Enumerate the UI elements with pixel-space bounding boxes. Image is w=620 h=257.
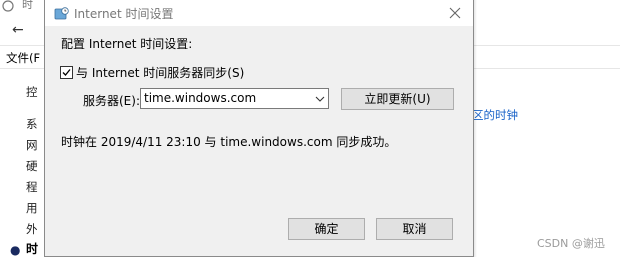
app-icon bbox=[2, 0, 16, 15]
sidebar-item[interactable]: 程 bbox=[26, 179, 38, 195]
dialog-title: Internet 时间设置 bbox=[74, 7, 174, 21]
sidebar-item-bold[interactable]: 时 bbox=[26, 240, 38, 257]
section-heading: 配置 Internet 时间设置: bbox=[61, 37, 193, 51]
sidebar-item[interactable]: 控 bbox=[26, 84, 38, 100]
watermark: CSDN @谢迅 bbox=[537, 237, 605, 250]
sync-checkbox-label[interactable]: 与 Internet 时间服务器同步(S) bbox=[76, 64, 244, 81]
background-window-title: 时 bbox=[22, 0, 33, 11]
server-value[interactable]: time.windows.com bbox=[144, 91, 256, 105]
back-arrow-icon[interactable]: ← bbox=[12, 22, 24, 38]
sidebar-item[interactable]: 硬 bbox=[26, 158, 38, 174]
timezone-clock-link[interactable]: 区的时钟 bbox=[472, 107, 518, 123]
close-icon bbox=[449, 7, 461, 19]
server-combobox[interactable]: time.windows.com bbox=[140, 88, 329, 109]
sidebar-item[interactable]: 网 bbox=[26, 137, 38, 153]
sync-status-message: 时钟在 2019/4/11 23:10 与 time.windows.com 同… bbox=[61, 135, 397, 149]
cancel-button[interactable]: 取消 bbox=[376, 218, 453, 240]
server-label: 服务器(E): bbox=[83, 94, 140, 108]
bullet-icon: ● bbox=[10, 243, 21, 257]
sidebar-item[interactable]: 外 bbox=[26, 221, 38, 237]
sidebar-item[interactable]: 系 bbox=[26, 116, 38, 132]
chevron-down-icon[interactable] bbox=[315, 95, 325, 103]
title-bar: Internet 时间设置 bbox=[45, 0, 473, 26]
clock-globe-icon bbox=[54, 6, 70, 20]
ok-button[interactable]: 确定 bbox=[288, 218, 365, 240]
checkmark-icon bbox=[62, 69, 71, 76]
file-menu[interactable]: 文件(F bbox=[6, 50, 40, 66]
close-button[interactable] bbox=[437, 0, 473, 26]
update-now-button[interactable]: 立即更新(U) bbox=[341, 88, 454, 110]
sidebar-item[interactable]: 用 bbox=[26, 200, 38, 216]
dialog-shadow bbox=[474, 0, 477, 257]
internet-time-dialog: Internet 时间设置 配置 Internet 时间设置: 与 Intern… bbox=[44, 0, 474, 257]
sync-checkbox[interactable] bbox=[60, 66, 73, 79]
